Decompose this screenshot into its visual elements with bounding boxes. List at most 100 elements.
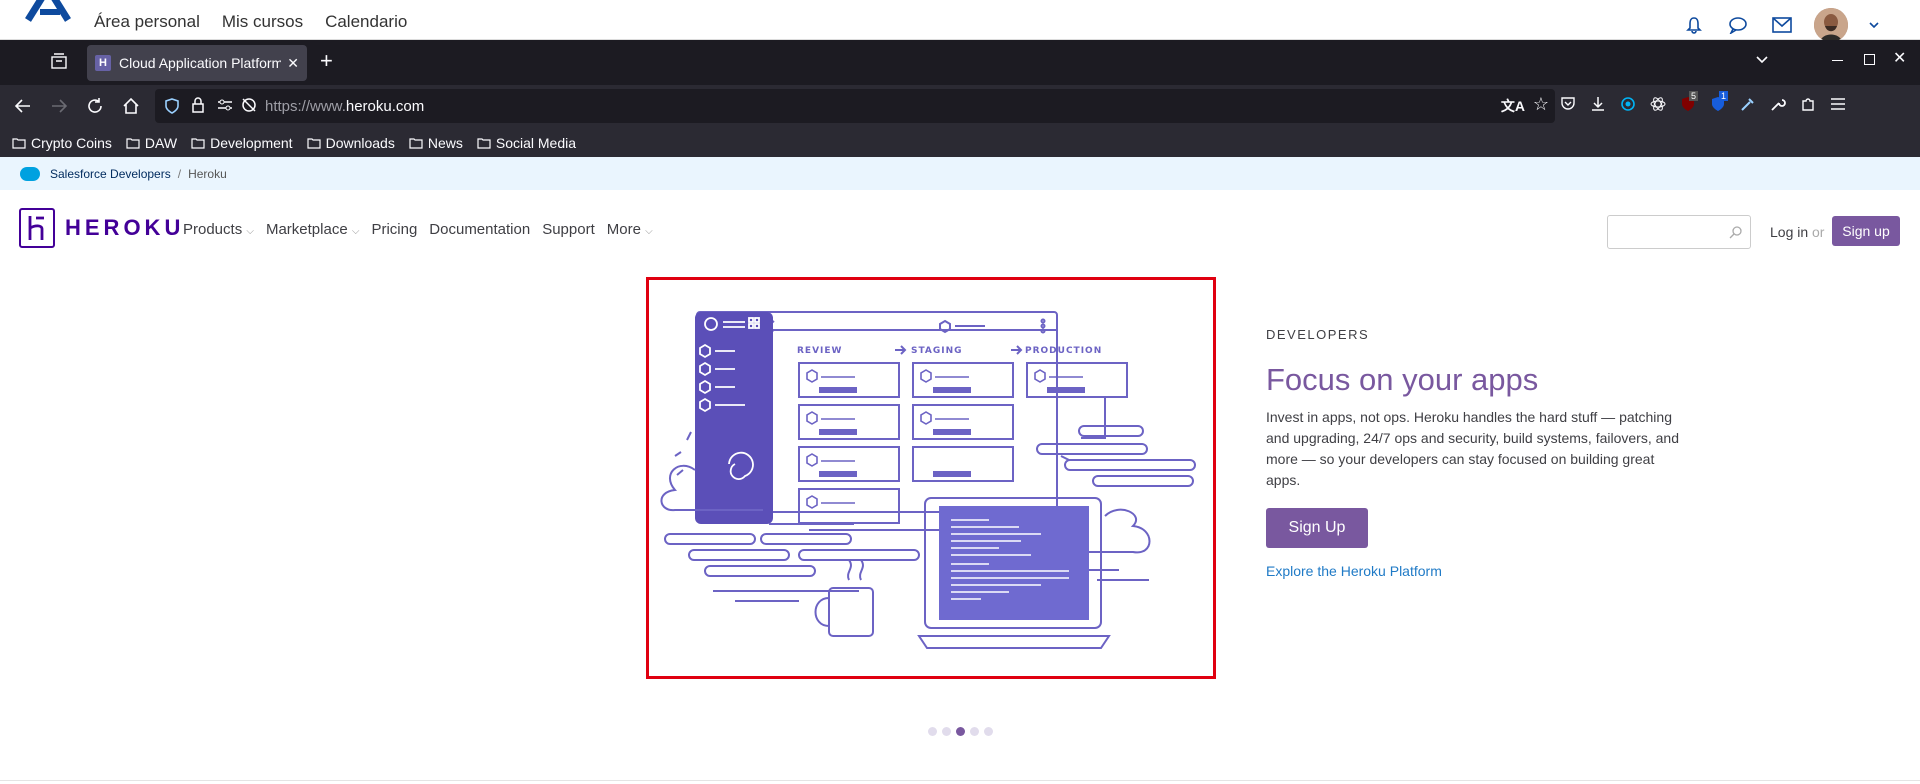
bookmark-label: DAW	[144, 134, 178, 151]
menu-documentation[interactable]: Documentation	[429, 221, 530, 238]
forward-icon[interactable]	[50, 97, 68, 120]
bookmark-label: Downloads	[325, 134, 395, 151]
salesforce-cloud-icon[interactable]	[20, 166, 40, 181]
hero-illustration: REVIEW STAGING PRODUCTION	[646, 277, 1216, 679]
user-menu-chevron-icon[interactable]	[1868, 13, 1880, 37]
nav-calendario[interactable]: Calendario	[325, 12, 407, 32]
menu-pricing[interactable]: Pricing	[371, 221, 417, 238]
nav-mis-cursos[interactable]: Mis cursos	[222, 12, 303, 32]
active-tab[interactable]: H Cloud Application Platform ✕	[87, 45, 307, 81]
extension-target-icon[interactable]	[1620, 96, 1636, 117]
extensions-puzzle-icon[interactable]	[1800, 96, 1816, 117]
login-link[interactable]: Log in	[1770, 224, 1808, 240]
bitwarden-icon[interactable]: 1	[1710, 91, 1729, 117]
moodle-logo-icon[interactable]	[24, 0, 84, 26]
bookmark-star-icon[interactable]: ☆	[1533, 94, 1549, 115]
moodle-nav: Área personal Mis cursos Calendario	[94, 12, 407, 32]
chevron-down-icon: ⌵	[351, 226, 360, 237]
heroku-favicon-icon: H	[95, 55, 111, 71]
menu-marketplace[interactable]: Marketplace ⌵	[266, 221, 359, 238]
or-text: or	[1812, 224, 1825, 240]
bookmark-folder[interactable]: DAW	[126, 135, 177, 151]
react-devtools-icon[interactable]	[1650, 96, 1666, 117]
menu-products[interactable]: Products ⌵	[183, 221, 254, 238]
autoplay-blocked-icon[interactable]	[241, 97, 257, 117]
breadcrumb-parent-link[interactable]: Salesforce Developers	[50, 167, 171, 181]
hero-title: Focus on your apps	[1266, 362, 1539, 397]
tracking-shield-icon[interactable]	[165, 98, 179, 118]
carousel-dots	[928, 727, 993, 736]
ublock-icon[interactable]: 5	[1680, 91, 1699, 117]
browser-nav-toolbar: https://www. heroku.com 文A ☆ 5 1	[0, 85, 1920, 128]
minimize-window-icon[interactable]	[1832, 60, 1843, 61]
maximize-window-icon[interactable]	[1864, 54, 1875, 65]
developer-platform-illustration: REVIEW STAGING PRODUCTION	[660, 311, 1196, 649]
new-tab-icon[interactable]: +	[320, 48, 333, 74]
bitwarden-badge: 1	[1719, 91, 1729, 101]
menu-marketplace-label: Marketplace	[265, 221, 348, 238]
nav-area-personal[interactable]: Área personal	[94, 12, 200, 32]
stage-staging-label: STAGING	[911, 346, 963, 356]
hero-signup-button[interactable]: Sign Up	[1266, 508, 1368, 548]
url-bar[interactable]: https://www. heroku.com 文A ☆	[155, 89, 1555, 123]
bookmark-label: News	[427, 134, 463, 151]
url-scheme: https://www.	[265, 97, 346, 115]
bookmark-folder[interactable]: Social Media	[477, 135, 576, 151]
heroku-wordmark: HEROKU	[65, 215, 185, 240]
home-icon[interactable]	[122, 97, 140, 120]
folder-icon	[126, 137, 140, 149]
translate-icon[interactable]: 文A	[1501, 96, 1525, 116]
ublock-badge: 5	[1689, 91, 1699, 101]
menu-products-label: Products	[183, 221, 243, 238]
lock-icon[interactable]	[191, 97, 205, 117]
downloads-icon[interactable]	[1590, 96, 1606, 117]
carousel-dot-active[interactable]	[956, 727, 965, 736]
carousel-dot[interactable]	[984, 727, 993, 736]
hero-eyebrow: DEVELOPERS	[1266, 327, 1370, 342]
explore-platform-link[interactable]: Explore the Heroku Platform	[1266, 563, 1442, 579]
tools-wrench-icon[interactable]	[1770, 96, 1786, 117]
heroku-h-icon	[19, 208, 55, 248]
url-host: heroku.com	[345, 97, 425, 115]
breadcrumb-current: Heroku	[188, 166, 227, 181]
menu-support[interactable]: Support	[542, 221, 595, 238]
bookmark-label: Social Media	[495, 134, 577, 151]
breadcrumb-separator: /	[177, 166, 182, 181]
app-menu-icon[interactable]	[1830, 97, 1846, 116]
folder-icon	[12, 137, 26, 149]
bookmark-folder[interactable]: Development	[191, 135, 293, 151]
divider	[0, 780, 1920, 781]
stage-review-label: REVIEW	[797, 346, 842, 356]
tab-title: Cloud Application Platform	[119, 55, 282, 71]
carousel-dot[interactable]	[928, 727, 937, 736]
messages-icon[interactable]	[1726, 13, 1750, 37]
hero-body: Invest in apps, not ops. Heroku handles …	[1266, 409, 1679, 488]
search-icon	[1729, 226, 1742, 239]
pocket-icon[interactable]	[1560, 96, 1576, 117]
bookmark-folder[interactable]: Downloads	[306, 134, 395, 151]
tab-overview-icon[interactable]	[50, 52, 68, 75]
chevron-down-icon: ⌵	[645, 226, 653, 237]
back-icon[interactable]	[14, 97, 32, 120]
search-input[interactable]	[1607, 215, 1751, 249]
bookmark-label: Crypto Coins	[31, 134, 112, 151]
mail-icon[interactable]	[1770, 13, 1794, 37]
stage-production-label: PRODUCTION	[1025, 346, 1102, 356]
close-window-icon[interactable]: ✕	[1893, 48, 1906, 68]
reload-icon[interactable]	[86, 97, 104, 120]
browser-tab-strip: H Cloud Application Platform ✕ + ✕	[0, 40, 1920, 85]
menu-more-label: More	[606, 221, 641, 238]
bookmark-folder[interactable]: News	[409, 135, 463, 151]
carousel-dot[interactable]	[970, 727, 979, 736]
signup-button[interactable]: Sign up	[1832, 216, 1900, 246]
bookmark-folder[interactable]: Crypto Coins	[12, 135, 112, 151]
menu-more[interactable]: More ⌵	[607, 221, 653, 238]
carousel-dot[interactable]	[942, 727, 951, 736]
notifications-bell-icon[interactable]	[1682, 13, 1706, 37]
color-picker-icon[interactable]	[1740, 96, 1756, 117]
tab-list-chevron-icon[interactable]	[1755, 52, 1769, 70]
user-avatar[interactable]	[1814, 8, 1848, 42]
permissions-icon[interactable]	[217, 98, 233, 116]
close-tab-icon[interactable]: ✕	[287, 55, 299, 72]
heroku-logo[interactable]: HEROKU	[19, 208, 184, 248]
